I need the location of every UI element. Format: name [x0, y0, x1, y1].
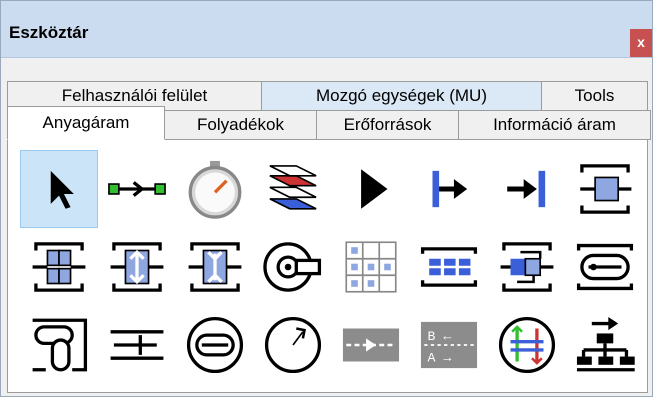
- source-tool[interactable]: [410, 150, 488, 228]
- track-icon: [110, 330, 164, 360]
- tab-moving-units[interactable]: Mozgó egységek (MU): [261, 81, 542, 111]
- pointer-tool[interactable]: [20, 150, 98, 228]
- track-tool[interactable]: [98, 306, 176, 384]
- sorter-tool[interactable]: [488, 228, 566, 306]
- sorter-icon: [500, 242, 554, 292]
- toolbox-window: Eszköztár x Felhasználói felület Mozgó e…: [0, 0, 653, 397]
- assembly-tool[interactable]: [98, 228, 176, 306]
- title-bar[interactable]: Eszköztár x: [1, 1, 652, 58]
- tab-material-flow[interactable]: Anyagáram: [7, 106, 165, 140]
- crossroads-tool[interactable]: [488, 306, 566, 384]
- dismantle-icon: [188, 242, 242, 292]
- tab-area: Felhasználói felület Mozgó egységek (MU)…: [7, 75, 651, 393]
- bidirectional-tool[interactable]: B ← A →: [410, 306, 488, 384]
- close-button[interactable]: x: [630, 29, 652, 57]
- dismantle-tool[interactable]: [176, 228, 254, 306]
- tab-tools[interactable]: Tools: [541, 81, 648, 111]
- tool-panel: B ← A →: [7, 139, 648, 393]
- store-tool[interactable]: [332, 228, 410, 306]
- single-proc-tool[interactable]: [566, 150, 644, 228]
- buffer-icon: [420, 247, 478, 287]
- flow-control-icon: [342, 328, 400, 362]
- store-icon: [345, 241, 397, 293]
- window-title: Eszköztár: [9, 23, 89, 42]
- drain-tool[interactable]: [488, 150, 566, 228]
- cycle-tool[interactable]: [254, 306, 332, 384]
- buffer-tool[interactable]: [410, 228, 488, 306]
- parallel-proc-icon: [32, 242, 86, 292]
- tab-resources[interactable]: Erőforrások: [316, 110, 459, 140]
- single-proc-icon: [580, 164, 632, 214]
- tool-grid: B ← A →: [20, 150, 644, 384]
- connector-tool[interactable]: [98, 150, 176, 228]
- tab-fluids[interactable]: Folyadékok: [164, 110, 317, 140]
- source-icon: [432, 170, 468, 208]
- connector-icon: [108, 181, 166, 197]
- pointer-icon: [50, 170, 74, 209]
- svg-text:B ←: B ←: [428, 329, 452, 344]
- cycle-icon: [264, 316, 322, 374]
- hierarchy-tool[interactable]: [566, 306, 644, 384]
- play-tool[interactable]: [332, 150, 410, 228]
- stopwatch-tool[interactable]: [176, 150, 254, 228]
- parallel-proc-tool[interactable]: [20, 228, 98, 306]
- turnplate-icon: [186, 316, 244, 374]
- line-tool[interactable]: [566, 228, 644, 306]
- tab-row-front: Anyagáram Folyadékok Erőforrások Informá…: [7, 106, 651, 140]
- angular-converter-tool[interactable]: [20, 306, 98, 384]
- layers-icon: [269, 165, 317, 210]
- stopwatch-icon: [188, 160, 242, 219]
- tab-information-flow[interactable]: Információ áram: [458, 110, 651, 140]
- crossroads-icon: [498, 316, 556, 374]
- turntable-icon: [263, 242, 322, 292]
- assembly-icon: [110, 242, 164, 292]
- svg-text:A →: A →: [428, 351, 452, 366]
- line-icon: [576, 243, 634, 291]
- angular-converter-icon: [32, 318, 88, 372]
- turntable-tool[interactable]: [254, 228, 332, 306]
- drain-icon: [507, 170, 546, 208]
- turnplate-tool[interactable]: [176, 306, 254, 384]
- flow-control-tool[interactable]: [332, 306, 410, 384]
- bidirectional-icon: B ← A →: [420, 321, 478, 369]
- play-icon: [361, 169, 388, 209]
- layers-tool[interactable]: [254, 150, 332, 228]
- hierarchy-icon: [576, 316, 635, 372]
